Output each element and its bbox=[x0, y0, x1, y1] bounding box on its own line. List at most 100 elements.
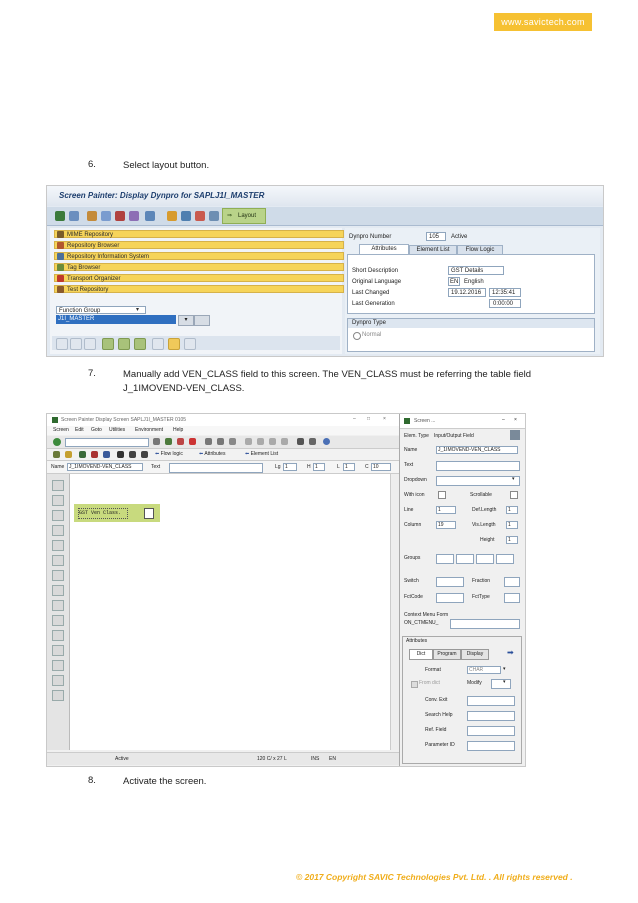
group-field-1[interactable] bbox=[436, 554, 454, 564]
next-object-icon[interactable] bbox=[141, 451, 148, 458]
nav-mime-repository[interactable]: MIME Repository bbox=[54, 230, 344, 238]
palette-radio-icon[interactable] bbox=[52, 540, 64, 551]
palette-custom-control-icon[interactable] bbox=[52, 660, 64, 671]
palette-status-icon[interactable] bbox=[52, 675, 64, 686]
fraction-field[interactable] bbox=[504, 577, 520, 587]
nav-test-repository[interactable]: Test Repository bbox=[54, 285, 344, 293]
nav-back-icon[interactable] bbox=[56, 338, 68, 350]
palette-wizard-icon[interactable] bbox=[52, 585, 64, 596]
shortcut-icon[interactable] bbox=[309, 438, 316, 445]
modify-field[interactable] bbox=[491, 679, 511, 689]
find-icon[interactable] bbox=[217, 438, 224, 445]
dynpro-number-field[interactable]: 105 bbox=[426, 232, 446, 241]
other-object-icon[interactable] bbox=[87, 211, 97, 221]
palette-text-icon[interactable] bbox=[52, 495, 64, 506]
c-field[interactable]: 10 bbox=[371, 463, 391, 471]
nav-find-icon[interactable] bbox=[152, 338, 164, 350]
short-description-field[interactable]: GST Details bbox=[448, 266, 504, 275]
nav-repository-info-system[interactable]: Repository Information System bbox=[54, 252, 344, 260]
tab-program[interactable]: Program bbox=[433, 649, 461, 660]
name-field[interactable]: J_1IMOVEND-VEN_CLASS bbox=[67, 463, 143, 471]
chevron-down-icon[interactable]: ▾ bbox=[136, 307, 139, 313]
activate-icon[interactable] bbox=[129, 211, 139, 221]
scrollable-checkbox[interactable] bbox=[510, 491, 518, 499]
search-help-field[interactable] bbox=[467, 711, 515, 721]
save-icon[interactable] bbox=[153, 438, 160, 445]
nav-tree-icon[interactable] bbox=[102, 338, 114, 350]
command-field[interactable] bbox=[65, 438, 149, 447]
menu-environment[interactable]: Environment bbox=[135, 427, 163, 434]
nav-forward-icon[interactable] bbox=[70, 338, 82, 350]
check-icon[interactable] bbox=[115, 211, 125, 221]
last-generation-time-field[interactable]: 0:00:00 bbox=[489, 299, 521, 308]
elem-type-icon[interactable] bbox=[510, 430, 520, 440]
from-dict-checkbox[interactable] bbox=[411, 681, 418, 688]
palette-table-wizard-icon[interactable] bbox=[52, 645, 64, 656]
new-session-icon[interactable] bbox=[297, 438, 304, 445]
back-icon[interactable] bbox=[165, 438, 172, 445]
ref-field-field[interactable] bbox=[467, 726, 515, 736]
dropdown-field[interactable] bbox=[436, 476, 520, 486]
ven-class-input[interactable] bbox=[144, 508, 154, 519]
nav-sync-icon[interactable] bbox=[118, 338, 130, 350]
hierarchy-icon[interactable] bbox=[181, 211, 191, 221]
h-field[interactable]: 1 bbox=[313, 463, 325, 471]
first-page-icon[interactable] bbox=[245, 438, 252, 445]
parameter-id-field[interactable] bbox=[467, 741, 515, 751]
activate-icon[interactable] bbox=[91, 451, 98, 458]
column-field[interactable]: 19 bbox=[436, 521, 456, 529]
test-icon[interactable] bbox=[103, 451, 110, 458]
display-change-icon[interactable] bbox=[53, 451, 60, 458]
ven-class-label[interactable]: GST Ven Class. bbox=[78, 508, 128, 519]
tab-display[interactable]: Display bbox=[461, 649, 489, 660]
info-icon[interactable] bbox=[195, 211, 205, 221]
nav-repository-browser[interactable]: Repository Browser bbox=[54, 241, 344, 249]
ven-class-element[interactable]: GST Ven Class. bbox=[74, 504, 160, 522]
line-field[interactable]: 1 bbox=[436, 506, 456, 514]
vis-length-field[interactable]: 1 bbox=[506, 521, 518, 529]
normal-radio[interactable] bbox=[353, 332, 361, 340]
attributes-button[interactable]: ⬅ Attributes bbox=[199, 451, 225, 458]
palette-table-control-icon[interactable] bbox=[52, 630, 64, 641]
palette-input-icon[interactable] bbox=[52, 510, 64, 521]
display-glasses-icon[interactable] bbox=[194, 315, 210, 326]
palette-pointer-icon[interactable] bbox=[52, 480, 64, 491]
last-changed-date-field[interactable]: 19.12.2016 bbox=[448, 288, 486, 297]
palette-subscreen-icon[interactable] bbox=[52, 615, 64, 626]
arrow-right-icon[interactable]: ➡ bbox=[507, 649, 517, 657]
palette-step-loop-icon[interactable] bbox=[52, 690, 64, 701]
tab-dict[interactable]: Dict bbox=[409, 649, 433, 660]
object-type-select[interactable]: Function Group bbox=[56, 306, 146, 314]
test-icon[interactable] bbox=[145, 211, 155, 221]
dropdown-icon[interactable]: ▾ bbox=[178, 315, 194, 326]
back-icon[interactable] bbox=[55, 211, 65, 221]
nav-transport-organizer[interactable]: Transport Organizer bbox=[54, 274, 344, 282]
prev-page-icon[interactable] bbox=[257, 438, 264, 445]
l-field[interactable]: 1 bbox=[343, 463, 355, 471]
nav-favorites-icon[interactable] bbox=[168, 338, 180, 350]
palette-tabstrip-icon[interactable] bbox=[52, 570, 64, 581]
height-field[interactable]: 1 bbox=[506, 536, 518, 544]
vertical-scrollbar[interactable] bbox=[390, 474, 399, 750]
enter-icon[interactable] bbox=[53, 438, 61, 446]
format-field[interactable]: CHAR bbox=[467, 666, 501, 674]
menu-utilities[interactable]: Utilities bbox=[109, 427, 125, 434]
exit-icon[interactable] bbox=[177, 438, 184, 445]
conv-exit-field[interactable] bbox=[467, 696, 515, 706]
forward-icon[interactable] bbox=[69, 211, 79, 221]
nav-up-icon[interactable] bbox=[84, 338, 96, 350]
palette-checkbox-icon[interactable] bbox=[52, 525, 64, 536]
group-field-2[interactable] bbox=[456, 554, 474, 564]
prop-text-field[interactable] bbox=[436, 461, 520, 471]
lg-field[interactable]: 1 bbox=[283, 463, 297, 471]
prop-name-field[interactable]: J_1IMOVEND-VEN_CLASS bbox=[436, 446, 518, 454]
nav-settings-icon[interactable] bbox=[184, 338, 196, 350]
help-icon[interactable] bbox=[323, 438, 330, 445]
last-page-icon[interactable] bbox=[281, 438, 288, 445]
next-page-icon[interactable] bbox=[269, 438, 276, 445]
print-icon[interactable] bbox=[205, 438, 212, 445]
minimize-icon[interactable]: – bbox=[502, 417, 505, 424]
find-next-icon[interactable] bbox=[229, 438, 236, 445]
group-field-3[interactable] bbox=[476, 554, 494, 564]
palette-pushbutton-icon[interactable] bbox=[52, 555, 64, 566]
